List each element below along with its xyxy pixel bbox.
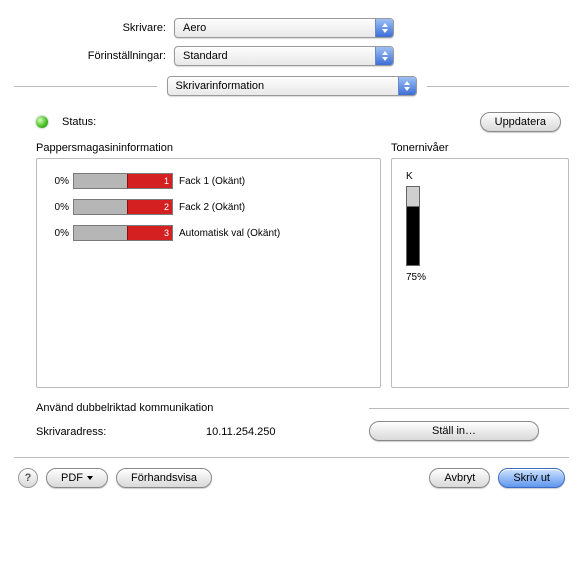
chevron-up-down-icon bbox=[375, 47, 393, 65]
tray-percent: 0% bbox=[47, 176, 69, 187]
tray-bar: 2 bbox=[73, 199, 173, 215]
tray-label: Fack 2 (Okänt) bbox=[179, 202, 245, 213]
tray-number: 1 bbox=[127, 174, 172, 188]
tray-row: 0% 2 Fack 2 (Okänt) bbox=[47, 199, 370, 215]
preset-label: Förinställningar: bbox=[14, 50, 174, 62]
chevron-up-down-icon bbox=[398, 77, 416, 95]
chevron-up-down-icon bbox=[375, 19, 393, 37]
printer-label: Skrivare: bbox=[14, 22, 174, 34]
preset-select-value: Standard bbox=[183, 50, 228, 62]
divider bbox=[14, 457, 569, 458]
status-indicator-icon bbox=[36, 116, 48, 128]
printer-select-value: Aero bbox=[183, 22, 206, 34]
help-button[interactable]: ? bbox=[18, 468, 38, 488]
address-label: Skrivaradress: bbox=[36, 426, 206, 438]
cancel-button[interactable]: Avbryt bbox=[429, 468, 490, 488]
divider bbox=[427, 86, 570, 87]
preset-select[interactable]: Standard bbox=[174, 46, 394, 66]
tray-label: Automatisk val (Okänt) bbox=[179, 228, 280, 239]
tray-row: 0% 1 Fack 1 (Okänt) bbox=[47, 173, 370, 189]
divider bbox=[14, 86, 157, 87]
tray-bar: 3 bbox=[73, 225, 173, 241]
tray-number: 3 bbox=[127, 226, 172, 240]
tray-label: Fack 1 (Okänt) bbox=[179, 176, 245, 187]
update-button[interactable]: Uppdatera bbox=[480, 112, 561, 132]
comm-title: Använd dubbelriktad kommunikation bbox=[36, 402, 359, 414]
tray-panel: 0% 1 Fack 1 (Okänt) 0% 2 Fack 2 (Okänt) 0% 3 Aut… bbox=[36, 158, 381, 388]
toner-panel: K 75% bbox=[391, 158, 569, 388]
section-select[interactable]: Skrivarinformation bbox=[167, 76, 417, 96]
tray-row: 0% 3 Automatisk val (Okänt) bbox=[47, 225, 370, 241]
status-label: Status: bbox=[62, 116, 96, 128]
divider bbox=[369, 408, 569, 409]
print-button[interactable]: Skriv ut bbox=[498, 468, 565, 488]
tray-panel-title: Pappersmagasininformation bbox=[36, 142, 381, 154]
toner-bar bbox=[406, 186, 420, 266]
pdf-menu-button[interactable]: PDF bbox=[46, 468, 108, 488]
tray-percent: 0% bbox=[47, 202, 69, 213]
address-value: 10.11.254.250 bbox=[206, 426, 276, 438]
preview-button[interactable]: Förhandsvisa bbox=[116, 468, 212, 488]
toner-percent: 75% bbox=[406, 272, 568, 283]
setup-button[interactable]: Ställ in… bbox=[369, 421, 539, 441]
tray-bar: 1 bbox=[73, 173, 173, 189]
section-select-value: Skrivarinformation bbox=[176, 80, 265, 92]
tray-number: 2 bbox=[127, 200, 172, 214]
tray-percent: 0% bbox=[47, 228, 69, 239]
toner-panel-title: Tonernivåer bbox=[391, 142, 569, 154]
printer-select[interactable]: Aero bbox=[174, 18, 394, 38]
toner-name: K bbox=[406, 171, 568, 182]
